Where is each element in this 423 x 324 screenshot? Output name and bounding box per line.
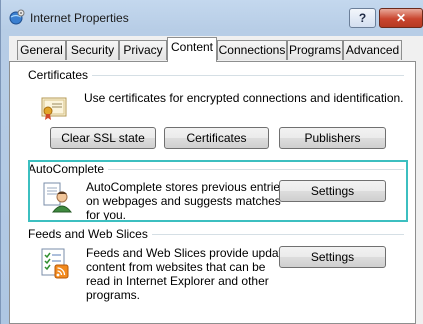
certificates-heading: Certificates	[28, 68, 93, 82]
tab-programs[interactable]: Programs	[287, 40, 343, 60]
dialog-client-area: General Security Privacy Content Connect…	[9, 36, 423, 324]
feeds-group-divider	[140, 234, 404, 235]
autocomplete-description-line-2: on webpages and suggests matches	[86, 194, 281, 208]
internet-properties-window: Internet Properties ? ✕ General Security…	[0, 0, 423, 324]
tab-strip: General Security Privacy Content Connect…	[9, 36, 423, 62]
tab-privacy[interactable]: Privacy	[119, 40, 167, 60]
window-title: Internet Properties	[30, 11, 129, 25]
tab-connections[interactable]: Connections	[217, 40, 287, 60]
close-button[interactable]: ✕	[379, 8, 423, 28]
certificates-group-divider	[82, 75, 404, 76]
content-tab-panel: Certificates Use certificates for encryp…	[9, 61, 416, 324]
feeds-description-line-4: programs.	[86, 288, 141, 302]
tab-general[interactable]: General	[17, 40, 66, 60]
autocomplete-group-divider	[94, 169, 404, 170]
tab-content[interactable]: Content	[167, 37, 217, 62]
certificates-button[interactable]: Certificates	[164, 127, 269, 149]
feeds-description-line-1: Feeds and Web Slices provide updated	[86, 246, 296, 260]
tab-security[interactable]: Security	[66, 40, 119, 60]
autocomplete-settings-button[interactable]: Settings	[279, 180, 386, 202]
autocomplete-description-line-3: for you.	[86, 208, 127, 222]
certificate-icon	[41, 97, 67, 120]
feeds-settings-button[interactable]: Settings	[279, 246, 386, 268]
feeds-icon	[41, 248, 69, 279]
feeds-description-line-2: content from websites that can be	[86, 260, 266, 274]
autocomplete-heading: AutoComplete	[28, 162, 109, 176]
clear-ssl-state-button[interactable]: Clear SSL state	[50, 127, 156, 149]
certificates-description: Use certificates for encrypted connectio…	[84, 91, 404, 105]
feeds-description-line-3: read in Internet Explorer and other	[86, 274, 269, 288]
feeds-heading: Feeds and Web Slices	[28, 227, 152, 241]
internet-options-icon	[9, 9, 25, 25]
title-bar[interactable]: Internet Properties ? ✕	[1, 0, 423, 36]
autocomplete-icon	[43, 182, 72, 213]
publishers-button[interactable]: Publishers	[279, 127, 386, 149]
help-button[interactable]: ?	[349, 8, 376, 28]
autocomplete-description-line-1: AutoComplete stores previous entries	[86, 180, 287, 194]
tab-advanced[interactable]: Advanced	[343, 40, 402, 60]
